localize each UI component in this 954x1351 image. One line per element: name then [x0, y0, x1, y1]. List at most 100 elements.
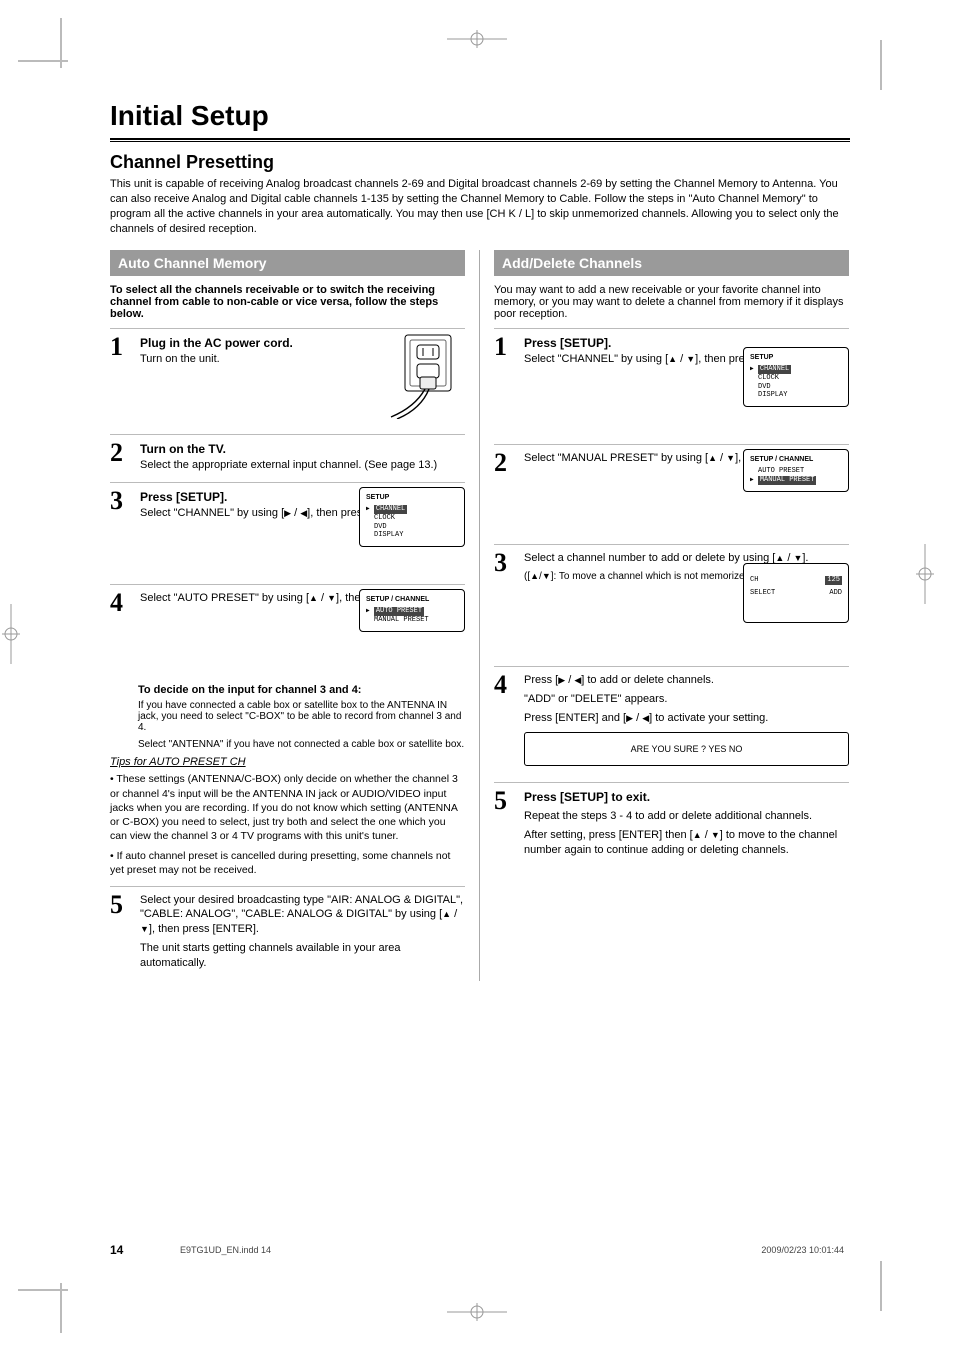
text-frag: Select "AUTO PRESET" by using [: [140, 592, 309, 604]
text-frag: These settings (ANTENNA/C-BOX) only deci…: [110, 773, 458, 842]
step-auto-3: 3 Press [SETUP]. Select "CHANNEL" by usi…: [110, 482, 465, 574]
crop-mark: [18, 60, 68, 62]
osd-label: CH: [750, 576, 758, 585]
osd-item: CLOCK: [750, 374, 842, 383]
osd-header: SETUP / CHANNEL: [750, 456, 842, 465]
note-text: Select "ANTENNA" if you have not connect…: [138, 739, 465, 750]
right-column: Add/Delete Channels You may want to add …: [484, 250, 849, 980]
step-man-2: 2 Select "MANUAL PRESET" by using [▲ / ▼…: [494, 444, 849, 534]
text-frag: Select your desired broadcasting type "A…: [140, 894, 463, 921]
osd-screen-setup: SETUP ▶ CHANNEL CLOCK DVD DISPLAY: [743, 347, 849, 407]
step-number: 1: [110, 335, 132, 358]
osd-item: AUTO PRESET: [374, 607, 424, 616]
tips-title: Tips for AUTO PRESET CH: [110, 756, 465, 768]
osd-item: CLOCK: [366, 514, 458, 523]
two-column-layout: Auto Channel Memory To select all the ch…: [110, 250, 850, 980]
text-frag: /: [318, 592, 327, 604]
osd-item: DVD: [366, 523, 458, 532]
up-arrow-icon: ▲: [708, 453, 717, 463]
osd-header: SETUP / CHANNEL: [366, 596, 458, 605]
step-auto-2: 2 Turn on the TV. Select the appropriate…: [110, 434, 465, 472]
text-frag: /: [291, 507, 300, 519]
cbox-note: To decide on the input for channel 3 and…: [138, 684, 465, 750]
timestamp: 2009/02/23 10:01:44: [761, 1245, 844, 1255]
osd-item: DVD: [750, 383, 842, 392]
text-frag: Select "CHANNEL" by using [: [524, 353, 668, 365]
step-text: Select "CHANNEL" by using [▲ / ▼], then …: [524, 353, 775, 365]
text-frag: /: [451, 908, 457, 920]
step-title: Press [SETUP] to exit.: [524, 789, 849, 805]
up-arrow-icon: ▲: [775, 553, 784, 563]
osd-header: SETUP: [750, 354, 842, 363]
osd-screen-manual: CH125 SELECTADD: [743, 563, 849, 623]
text-frag: Select "CHANNEL" by using [: [140, 507, 284, 519]
text-frag: Press [ENTER] and [: [524, 712, 626, 724]
file-tag: E9TG1UD_EN.indd 14: [180, 1245, 271, 1255]
step-number: 3: [110, 489, 132, 512]
osd-screen-setup: SETUP ▶ CHANNEL CLOCK DVD DISPLAY: [359, 487, 465, 547]
text-frag: If auto channel preset is cancelled duri…: [110, 850, 450, 876]
step-number: 5: [494, 789, 516, 812]
step-text: Press [▶ / ◀] to add or delete channels.: [524, 674, 714, 686]
step-text: "ADD" or "DELETE" appears.: [524, 692, 849, 707]
text-frag: /: [633, 712, 642, 724]
column-divider: [479, 250, 480, 980]
tips-section: Tips for AUTO PRESET CH • These settings…: [110, 756, 465, 877]
osd-item: CHANNEL: [758, 365, 791, 374]
text-frag: /: [677, 353, 686, 365]
intro-paragraph: This unit is capable of receiving Analog…: [110, 177, 850, 236]
text-frag: After setting, press [ENTER] then [: [524, 829, 693, 841]
page-title: Initial Setup: [110, 100, 850, 132]
up-arrow-icon: ▲: [442, 909, 451, 919]
text-frag: ]: To move a channel which is not memori…: [551, 571, 773, 582]
down-arrow-icon: ▼: [711, 830, 720, 840]
step-number: 4: [110, 591, 132, 614]
osd-item: DISPLAY: [750, 391, 842, 400]
page-number: 14: [110, 1243, 123, 1257]
registration-mark: [447, 30, 507, 48]
manual-lead: You may want to add a new receivable or …: [494, 284, 849, 320]
tip-text: • If auto channel preset is cancelled du…: [110, 849, 465, 877]
step-number: 2: [110, 441, 132, 464]
step-text: Select the appropriate external input ch…: [140, 458, 465, 473]
registration-mark: [916, 544, 934, 604]
step-man-5: 5 Press [SETUP] to exit. Repeat the step…: [494, 782, 849, 858]
osd-confirm-dialog: ARE YOU SURE ? YES NO: [524, 732, 849, 766]
left-column: Auto Channel Memory To select all the ch…: [110, 250, 475, 980]
up-arrow-icon: ▲: [693, 830, 702, 840]
step-text: Repeat the steps 3 - 4 to add or delete …: [524, 809, 849, 824]
osd-item: CHANNEL: [374, 505, 407, 514]
text-frag: ] to activate your setting.: [649, 712, 768, 724]
crop-mark: [18, 1289, 68, 1291]
outlet-icon: [385, 333, 461, 419]
step-man-3: 3 Select a channel number to add or dele…: [494, 544, 849, 656]
osd-header: SETUP: [366, 494, 458, 503]
step-text: Select your desired broadcasting type "A…: [140, 894, 463, 936]
down-arrow-icon: ▼: [686, 354, 695, 364]
crop-mark: [880, 1261, 882, 1311]
osd-label: SELECT: [750, 589, 775, 598]
step-number: 4: [494, 673, 516, 696]
text-frag: /: [565, 674, 574, 686]
text-frag: Press [: [524, 674, 558, 686]
note-text: If you have connected a cable box or sat…: [138, 700, 465, 733]
osd-value: ADD: [829, 589, 842, 598]
text-frag: Select "MANUAL PRESET" by using [: [524, 452, 708, 464]
osd-screen-channel: SETUP / CHANNEL ▶ AUTO PRESET MANUAL PRE…: [359, 589, 465, 631]
text-frag: /: [717, 452, 726, 464]
text-frag: Select a channel number to add or delete…: [524, 552, 775, 564]
up-arrow-icon: ▲: [668, 354, 677, 364]
step-man-4: 4 Press [▶ / ◀] to add or delete channel…: [494, 666, 849, 772]
osd-item: AUTO PRESET: [750, 467, 842, 476]
step-auto-4: 4 Select "AUTO PRESET" by using [▲ / ▼],…: [110, 584, 465, 674]
down-arrow-icon: ▼: [140, 924, 149, 934]
text-frag: ] to add or delete channels.: [581, 674, 714, 686]
up-arrow-icon: ▲: [309, 593, 318, 603]
right-arrow-icon: ▶: [626, 713, 633, 723]
sub-heading: To decide on the input for channel 3 and…: [138, 684, 465, 696]
down-arrow-icon: ▼: [726, 453, 735, 463]
down-arrow-icon: ▼: [542, 571, 551, 581]
up-arrow-icon: ▲: [530, 571, 539, 581]
step-number: 1: [494, 335, 516, 358]
text-frag: ], then press [ENTER].: [149, 923, 259, 935]
